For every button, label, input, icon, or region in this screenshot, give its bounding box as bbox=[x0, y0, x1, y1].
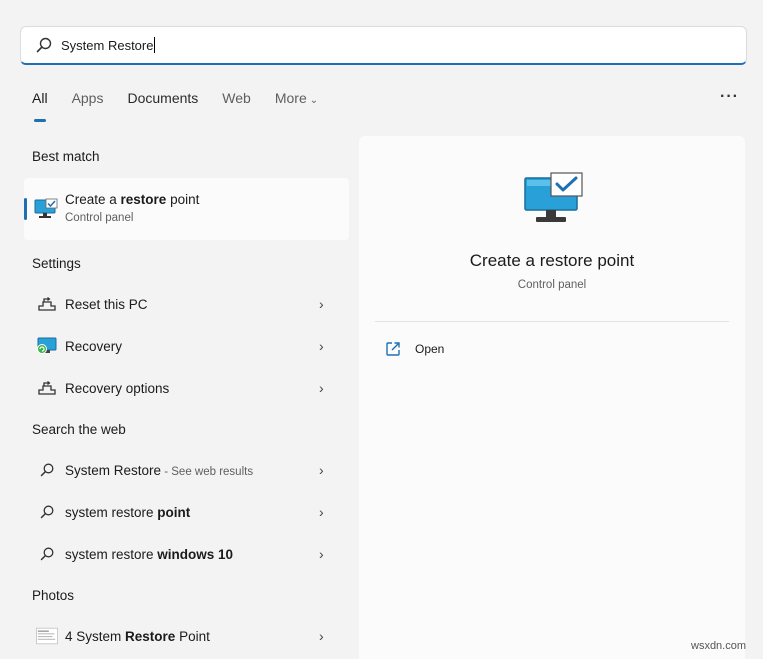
chevron-right-icon: › bbox=[319, 380, 324, 396]
web-result-item[interactable]: System Restore - See web results › bbox=[24, 450, 349, 490]
web-result-item[interactable]: system restore windows 10 › bbox=[24, 534, 349, 574]
photo-result-pre: 4 System bbox=[65, 628, 126, 644]
text-caret bbox=[154, 37, 156, 53]
web-result-bold: windows 10 bbox=[157, 546, 234, 562]
section-search-web: Search the web bbox=[32, 422, 126, 437]
best-match-item[interactable]: Create a restore point Control panel bbox=[24, 178, 349, 240]
search-icon bbox=[36, 37, 52, 53]
restore-point-icon bbox=[34, 198, 58, 218]
photo-result-post: Point bbox=[175, 628, 210, 644]
photo-result-bold: Restore bbox=[125, 628, 176, 644]
settings-item-label: Recovery options bbox=[65, 380, 170, 396]
search-icon bbox=[40, 463, 54, 477]
photo-result-label: 4 System Restore Point bbox=[65, 629, 319, 644]
filter-tabs: All Apps Documents Web More ⌄ bbox=[32, 90, 342, 122]
chevron-down-icon: ⌄ bbox=[309, 95, 319, 106]
tab-apps[interactable]: Apps bbox=[72, 90, 104, 114]
search-icon bbox=[40, 505, 54, 519]
best-match-title: Create a restore point bbox=[65, 192, 199, 207]
chevron-right-icon: › bbox=[319, 546, 324, 562]
web-result-suffix: - See web results bbox=[161, 465, 254, 478]
divider bbox=[375, 321, 729, 322]
settings-item-label: Recovery bbox=[65, 338, 123, 354]
open-external-icon bbox=[386, 342, 400, 356]
best-match-title-post: point bbox=[166, 192, 200, 207]
reset-pc-icon bbox=[38, 297, 56, 311]
chevron-right-icon: › bbox=[319, 296, 324, 312]
tab-more-label: More bbox=[274, 90, 307, 106]
section-best-match: Best match bbox=[32, 149, 100, 164]
chevron-right-icon: › bbox=[319, 628, 324, 644]
search-icon bbox=[40, 547, 54, 561]
web-result-item[interactable]: system restore point › bbox=[24, 492, 349, 532]
more-options-icon[interactable]: ··· bbox=[720, 88, 739, 106]
watermark: wsxdn.com bbox=[691, 640, 747, 652]
photo-thumbnail-icon bbox=[36, 627, 58, 645]
web-result-label: system restore point bbox=[65, 505, 319, 520]
restore-point-large-icon bbox=[524, 172, 583, 222]
web-result-label: system restore windows 10 bbox=[65, 547, 319, 562]
detail-subtitle: Control panel bbox=[517, 279, 587, 291]
settings-item-recovery[interactable]: Recovery › bbox=[24, 326, 349, 366]
web-result-text: system restore bbox=[65, 546, 158, 562]
tab-documents[interactable]: Documents bbox=[127, 90, 198, 114]
section-settings: Settings bbox=[32, 256, 81, 271]
tab-web[interactable]: Web bbox=[222, 90, 251, 114]
tab-more[interactable]: More ⌄ bbox=[275, 90, 318, 114]
web-result-bold: point bbox=[157, 504, 191, 520]
chevron-right-icon: › bbox=[319, 338, 324, 354]
chevron-right-icon: › bbox=[319, 462, 324, 478]
open-label: Open bbox=[415, 342, 445, 356]
chevron-right-icon: › bbox=[319, 504, 324, 520]
detail-panel: Create a restore point Control panel Ope… bbox=[359, 136, 745, 659]
settings-item-recovery-options[interactable]: Recovery options › bbox=[24, 368, 349, 408]
section-photos: Photos bbox=[32, 588, 75, 603]
best-match-title-bold: restore bbox=[120, 192, 167, 207]
best-match-subtitle: Control panel bbox=[65, 212, 134, 224]
settings-item-reset[interactable]: Reset this PC › bbox=[24, 284, 349, 324]
recovery-icon bbox=[37, 337, 57, 354]
tab-all[interactable]: All bbox=[32, 90, 48, 122]
photo-result-item[interactable]: 4 System Restore Point › bbox=[24, 616, 349, 656]
search-input[interactable]: System Restore bbox=[61, 38, 153, 53]
recovery-options-icon bbox=[38, 381, 56, 395]
detail-title: Create a restore point bbox=[469, 251, 635, 270]
web-result-text: System Restore bbox=[65, 462, 162, 478]
selection-indicator bbox=[24, 198, 27, 220]
search-box[interactable]: System Restore bbox=[20, 26, 747, 65]
web-result-label: System Restore - See web results bbox=[65, 463, 319, 478]
web-result-text: system restore bbox=[65, 504, 158, 520]
open-action[interactable]: Open bbox=[385, 341, 444, 357]
best-match-title-pre: Create a bbox=[65, 192, 121, 207]
settings-item-label: Reset this PC bbox=[65, 296, 148, 312]
